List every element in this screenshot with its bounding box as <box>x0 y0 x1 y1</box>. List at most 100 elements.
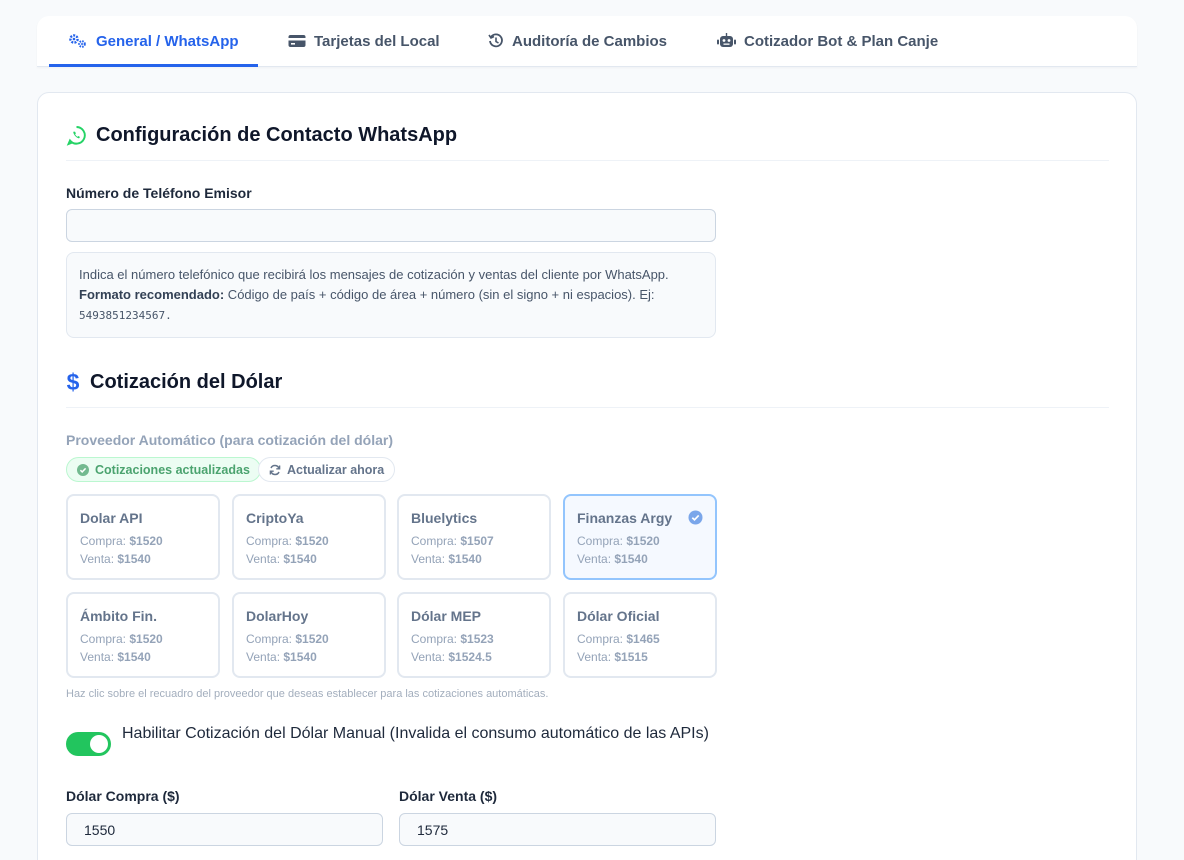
dolar-compra-input[interactable] <box>66 813 383 846</box>
venta-value: $1540 <box>117 650 151 664</box>
compra-prefix: Compra: <box>411 534 461 548</box>
provider-card-selected[interactable]: Finanzas Argy Compra: $1520 Venta: $1540 <box>563 494 717 580</box>
check-circle-icon <box>77 463 89 476</box>
venta-value: $1540 <box>283 552 317 566</box>
provider-venta: Venta: $1540 <box>577 550 703 568</box>
compra-prefix: Compra: <box>80 534 130 548</box>
section-heading: Cotización del Dólar <box>90 370 283 393</box>
provider-venta: Venta: $1540 <box>246 648 372 666</box>
provider-name: Finanzas Argy <box>577 510 673 526</box>
venta-prefix: Venta: <box>246 650 284 664</box>
compra-value: $1520 <box>626 534 660 548</box>
tab-tarjetas[interactable]: Tarjetas del Local <box>288 16 440 66</box>
provider-name: Ámbito Fin. <box>80 608 157 624</box>
provider-compra: Compra: $1520 <box>246 532 372 550</box>
compra-prefix: Compra: <box>577 534 627 548</box>
manual-rate-toggle[interactable] <box>66 732 111 756</box>
tab-general-whatsapp[interactable]: General / WhatsApp <box>49 16 258 67</box>
compra-value: $1465 <box>626 632 660 646</box>
provider-venta: Venta: $1515 <box>577 648 703 666</box>
provider-compra: Compra: $1465 <box>577 630 703 648</box>
tab-label: Tarjetas del Local <box>314 32 440 50</box>
tab-auditoria[interactable]: Auditoría de Cambios <box>488 16 667 66</box>
venta-label: Dólar Venta ($) <box>399 788 498 804</box>
provider-card[interactable]: DolarHoy Compra: $1520 Venta: $1540 <box>232 592 386 678</box>
cogs-icon <box>69 34 86 48</box>
provider-name: DolarHoy <box>246 608 309 624</box>
provider-compra: Compra: $1520 <box>80 532 206 550</box>
provider-venta: Venta: $1524.5 <box>411 648 537 666</box>
compra-prefix: Compra: <box>246 632 296 646</box>
provider-venta: Venta: $1540 <box>246 550 372 568</box>
venta-value: $1524.5 <box>448 650 492 664</box>
provider-hint: Haz clic sobre el recuadro del proveedor… <box>66 688 549 700</box>
venta-prefix: Venta: <box>411 552 449 566</box>
compra-prefix: Compra: <box>411 632 461 646</box>
provider-compra: Compra: $1520 <box>577 532 703 550</box>
help-format-label: Formato recomendado: <box>79 287 225 302</box>
svg-text:$: $ <box>67 370 80 394</box>
provider-card[interactable]: Bluelytics Compra: $1507 Venta: $1540 <box>397 494 551 580</box>
compra-value: $1520 <box>295 632 329 646</box>
venta-prefix: Venta: <box>246 552 284 566</box>
compra-prefix: Compra: <box>80 632 130 646</box>
tab-cotizador-bot[interactable]: Cotizador Bot & Plan Canje <box>717 16 938 66</box>
refresh-label: Actualizar ahora <box>287 462 385 477</box>
status-text: Cotizaciones actualizadas <box>95 462 250 477</box>
help-text: Indica el número telefónico que recibirá… <box>79 267 669 282</box>
venta-prefix: Venta: <box>577 552 615 566</box>
venta-value: $1540 <box>448 552 482 566</box>
divider <box>66 160 1109 161</box>
provider-compra: Compra: $1520 <box>246 630 372 648</box>
phone-input[interactable] <box>66 209 716 242</box>
refresh-icon <box>269 464 281 475</box>
provider-card[interactable]: Ámbito Fin. Compra: $1520 Venta: $1540 <box>66 592 220 678</box>
whatsapp-icon <box>66 126 86 146</box>
provider-card[interactable]: Dólar Oficial Compra: $1465 Venta: $1515 <box>563 592 717 678</box>
venta-prefix: Venta: <box>80 552 118 566</box>
refresh-button[interactable]: Actualizar ahora <box>258 457 396 482</box>
help-format-text: Código de país + código de área + número… <box>224 287 655 302</box>
venta-prefix: Venta: <box>577 650 615 664</box>
venta-value: $1540 <box>117 552 151 566</box>
help-example: 5493851234567. <box>79 309 172 322</box>
venta-prefix: Venta: <box>411 650 449 664</box>
provider-name: Bluelytics <box>411 510 478 526</box>
provider-name: Dólar MEP <box>411 608 482 624</box>
dolar-venta-input[interactable] <box>399 813 716 846</box>
manual-rate-label: Habilitar Cotización del Dólar Manual (I… <box>122 725 709 742</box>
compra-value: $1520 <box>129 632 163 646</box>
credit-card-icon <box>288 35 306 47</box>
provider-card[interactable]: Dolar API Compra: $1520 Venta: $1540 <box>66 494 220 580</box>
provider-venta: Venta: $1540 <box>411 550 537 568</box>
venta-value: $1515 <box>614 650 648 664</box>
section-heading: Configuración de Contacto WhatsApp <box>96 124 458 146</box>
provider-name: Dólar Oficial <box>577 608 660 624</box>
robot-icon <box>717 33 736 47</box>
venta-value: $1540 <box>614 552 648 566</box>
provider-compra: Compra: $1507 <box>411 532 537 550</box>
status-badge: Cotizaciones actualizadas <box>66 457 261 482</box>
provider-card[interactable]: CriptoYa Compra: $1520 Venta: $1540 <box>232 494 386 580</box>
provider-name: CriptoYa <box>246 510 304 526</box>
compra-value: $1520 <box>129 534 163 548</box>
provider-venta: Venta: $1540 <box>80 550 206 568</box>
phone-label: Número de Teléfono Emisor <box>66 185 252 201</box>
provider-venta: Venta: $1540 <box>80 648 206 666</box>
tabs-bar: General / WhatsApp Tarjetas del Local Au… <box>37 16 1137 67</box>
provider-compra: Compra: $1520 <box>80 630 206 648</box>
venta-prefix: Venta: <box>80 650 118 664</box>
divider <box>66 407 1109 408</box>
whatsapp-section-title: Configuración de Contacto WhatsApp <box>66 124 457 147</box>
compra-prefix: Compra: <box>577 632 627 646</box>
provider-compra: Compra: $1523 <box>411 630 537 648</box>
provider-label: Proveedor Automático (para cotización de… <box>66 432 393 448</box>
dolar-section-title: $ Cotización del Dólar <box>66 370 283 394</box>
history-icon <box>488 33 503 48</box>
check-circle-icon <box>688 510 703 525</box>
provider-card[interactable]: Dólar MEP Compra: $1523 Venta: $1524.5 <box>397 592 551 678</box>
compra-prefix: Compra: <box>246 534 296 548</box>
settings-card: Configuración de Contacto WhatsApp Númer… <box>37 92 1137 860</box>
compra-value: $1507 <box>460 534 494 548</box>
venta-value: $1540 <box>283 650 317 664</box>
